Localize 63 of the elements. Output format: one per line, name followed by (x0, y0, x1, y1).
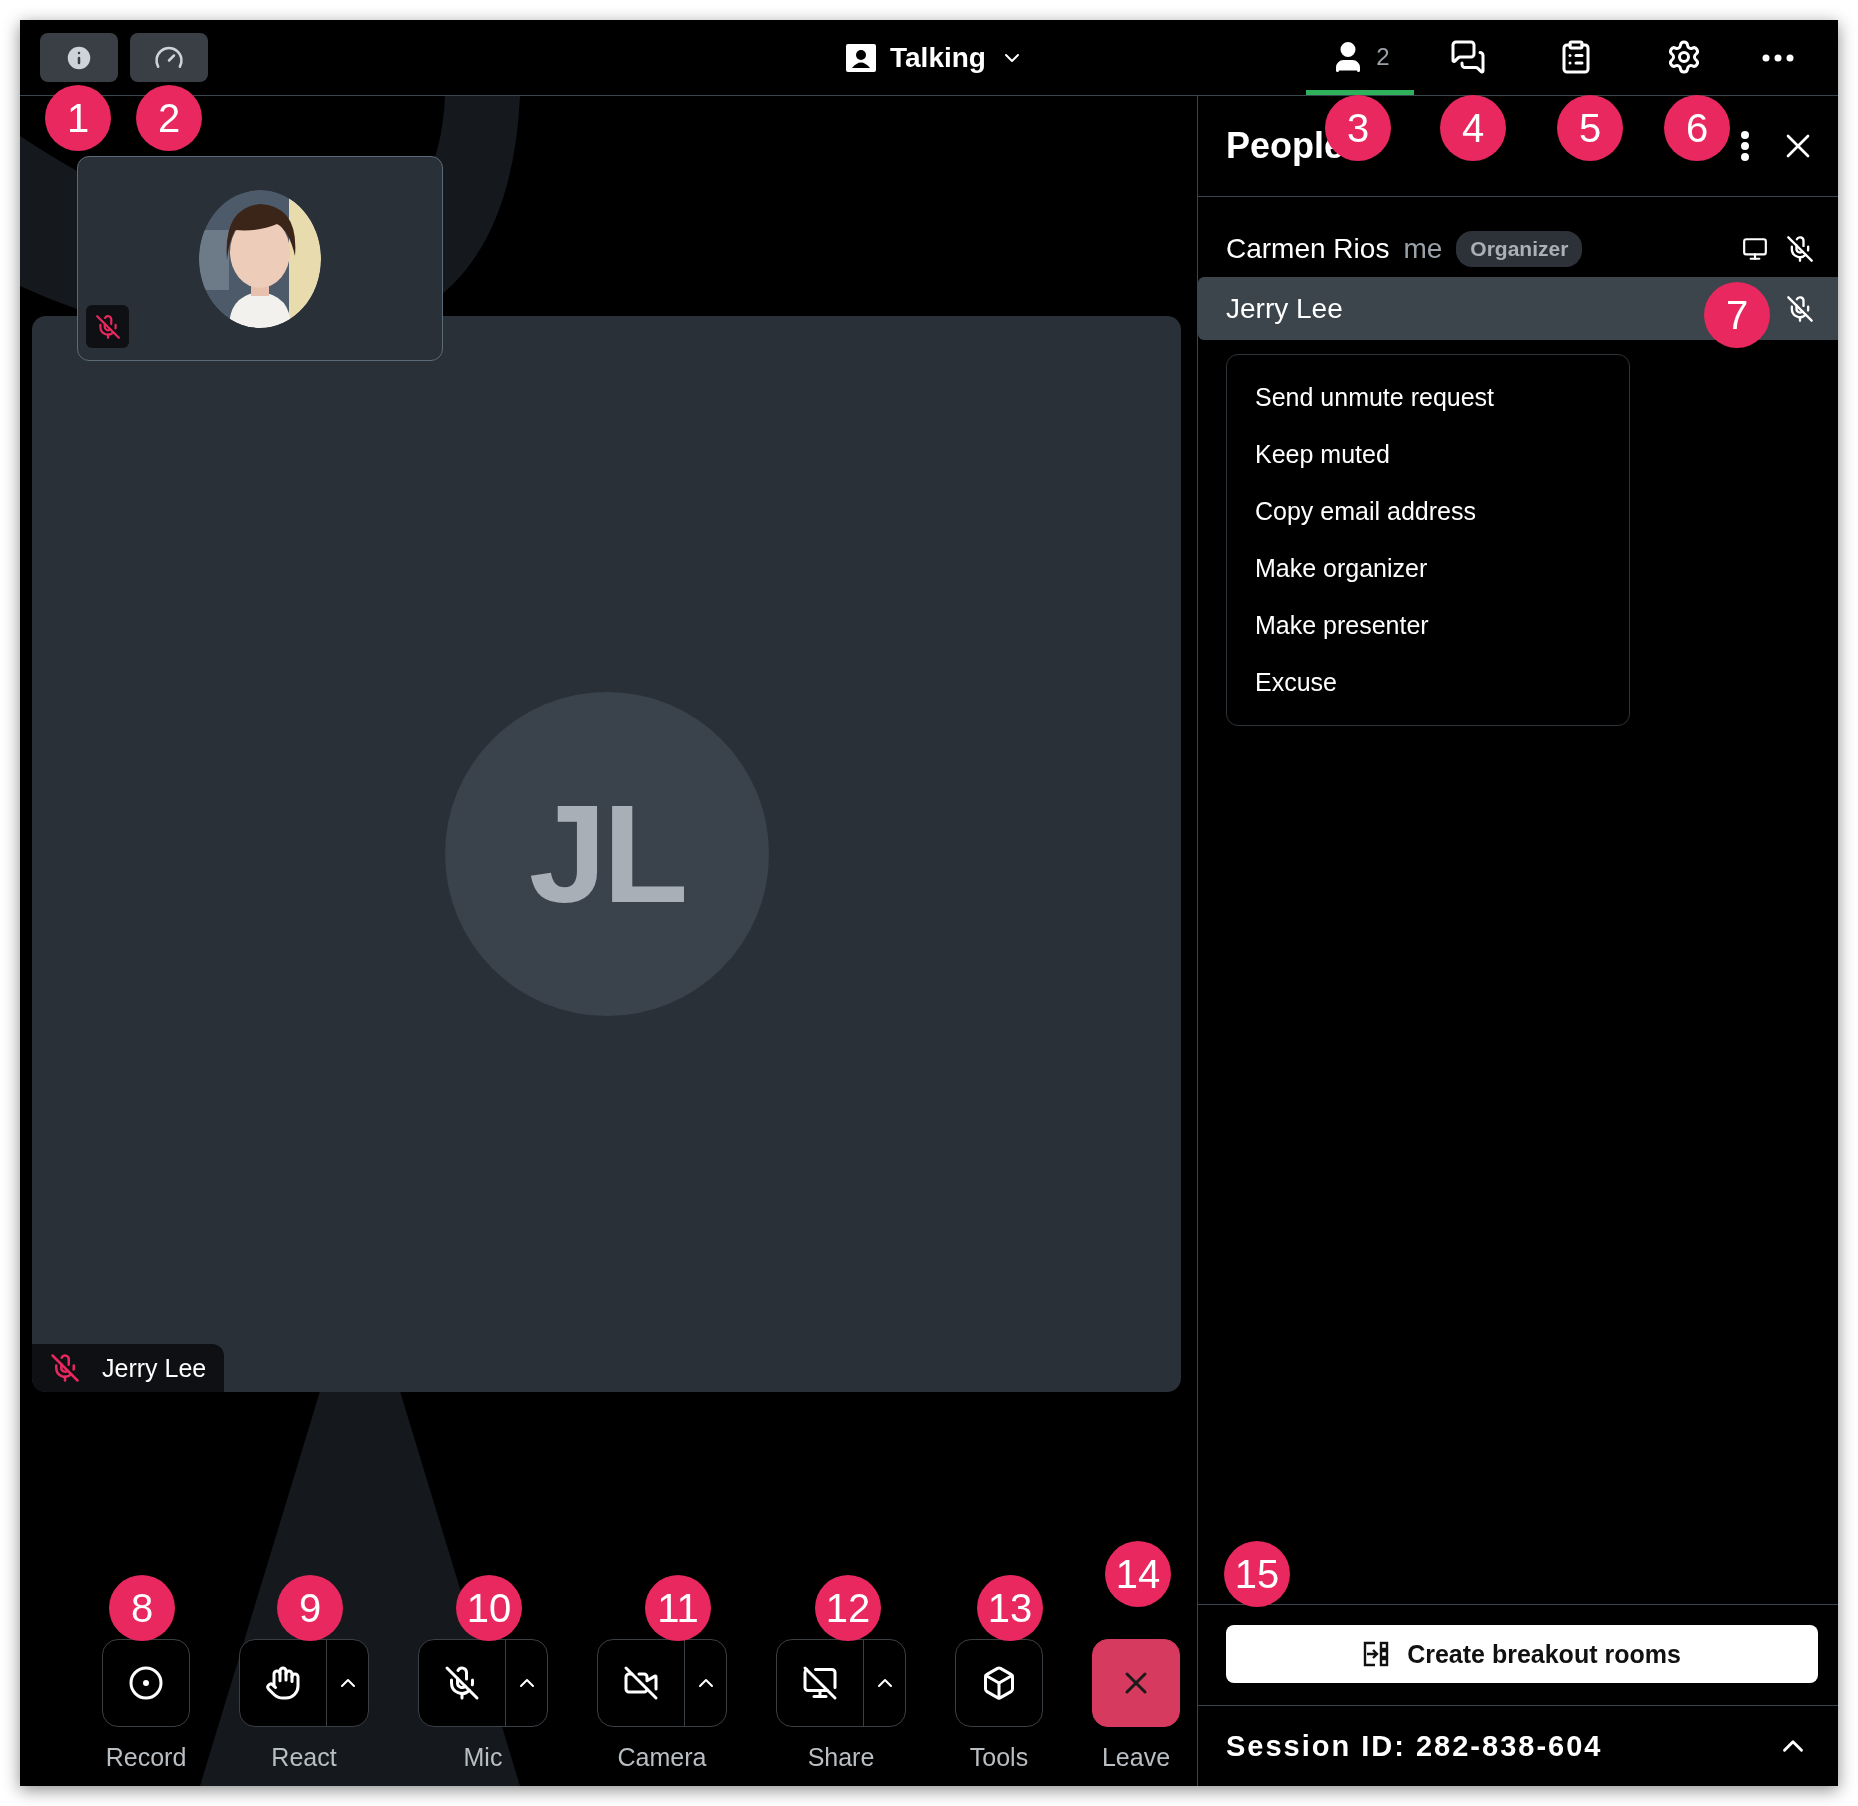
network-button[interactable] (130, 33, 208, 82)
breakout-icon (1363, 1641, 1390, 1667)
mic-off-icon (1786, 235, 1814, 263)
mic-off-icon (1786, 294, 1814, 323)
toolbar-button[interactable] (102, 1639, 190, 1727)
toolbar-label: Leave (1101, 1743, 1171, 1772)
menu-item[interactable]: Make presenter (1227, 597, 1629, 654)
menu-item[interactable]: Copy email address (1227, 483, 1629, 540)
more-icon (1762, 53, 1794, 62)
people-count: 2 (1376, 43, 1390, 71)
callout-badge: 13 (977, 1575, 1043, 1641)
mic-off-icon (444, 1665, 480, 1701)
toolbar-button[interactable] (597, 1639, 727, 1727)
callout-badge: 5 (1557, 95, 1623, 161)
callout-badge: 10 (456, 1575, 522, 1641)
toolbar-label: Share (807, 1743, 875, 1772)
callout-badge: 8 (109, 1575, 175, 1641)
participant-name: Jerry Lee (1226, 292, 1343, 325)
status-menu[interactable]: Talking (840, 36, 1030, 80)
toolbar-label: Tools (969, 1743, 1029, 1772)
callout-badge: 14 (1105, 1541, 1171, 1607)
session-id: Session ID: 282-838-604 (1226, 1729, 1603, 1763)
callout-badge: 15 (1224, 1541, 1290, 1607)
menu-item[interactable]: Keep muted (1227, 426, 1629, 483)
record-icon (128, 1665, 164, 1701)
create-breakout-button[interactable]: Create breakout rooms (1226, 1625, 1818, 1683)
contact-card-icon (846, 44, 876, 72)
cube-icon (981, 1665, 1017, 1701)
toolbar-button[interactable] (776, 1639, 906, 1727)
toolbar-label: Record (105, 1743, 187, 1772)
mic-off-icon (94, 313, 121, 340)
menu-item[interactable]: Send unmute request (1227, 369, 1629, 426)
screen-share-off-icon (802, 1665, 838, 1701)
leave-button[interactable] (1092, 1639, 1180, 1727)
callout-badge: 4 (1440, 95, 1506, 161)
initials-avatar: JL (444, 692, 769, 1016)
participant-name: Jerry Lee (102, 1353, 207, 1383)
more-vertical-icon (1740, 130, 1750, 162)
hand-icon (265, 1665, 301, 1701)
mic-off-icon (50, 1353, 80, 1383)
role-badge: Organizer (1456, 231, 1583, 267)
toolbar-label: Camera (617, 1743, 707, 1772)
callout-badge: 1 (45, 85, 111, 151)
toolbar-button[interactable] (418, 1639, 548, 1727)
callout-badge: 11 (645, 1575, 711, 1641)
me-label: me (1403, 233, 1443, 265)
participant-row[interactable]: Carmen Rios me Organizer (1198, 221, 1838, 277)
menu-item[interactable]: Make organizer (1227, 540, 1629, 597)
people-tab[interactable]: 2 (1306, 20, 1414, 95)
info-button[interactable] (40, 33, 118, 82)
chat-icon (1450, 39, 1486, 75)
camera-off-icon (623, 1665, 659, 1701)
toolbar-label: React (271, 1743, 337, 1772)
toolbar-label: Mic (463, 1743, 503, 1772)
toolbar-button[interactable] (955, 1639, 1043, 1727)
callout-badge: 6 (1664, 95, 1730, 161)
panel-menu-button[interactable] (1740, 130, 1750, 162)
settings-icon (1666, 39, 1702, 75)
menu-item[interactable]: Excuse (1227, 654, 1629, 711)
callout-badge: 2 (136, 85, 202, 151)
participant-name: Carmen Rios (1226, 233, 1390, 265)
toolbar-button[interactable] (239, 1639, 369, 1727)
callout-badge: 12 (815, 1575, 881, 1641)
